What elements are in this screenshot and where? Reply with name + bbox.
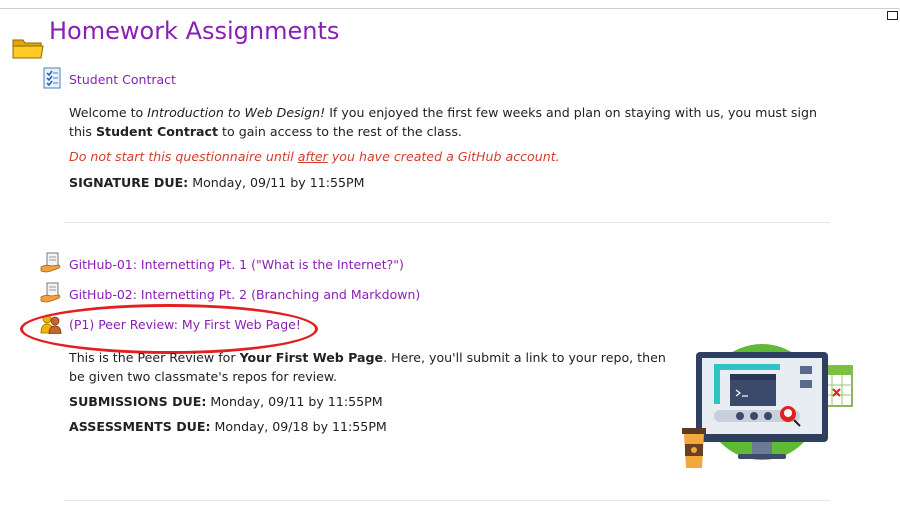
- contract-description: Welcome to Introduction to Web Design! I…: [69, 105, 817, 139]
- web-design-illustration: [682, 344, 853, 468]
- section-divider: [64, 222, 830, 223]
- submissions-due: SUBMISSIONS DUE: Monday, 09/11 by 11:55P…: [69, 394, 383, 409]
- assignment-hand-icon: [40, 282, 61, 303]
- checklist-icon: [43, 67, 61, 89]
- window-toggle-icon[interactable]: [887, 11, 898, 20]
- section-divider: [64, 500, 830, 501]
- highlight-ellipse: [20, 304, 318, 354]
- activity-github-01-link[interactable]: GitHub-01: Internetting Pt. 1 ("What is …: [69, 257, 404, 272]
- assessments-due: ASSESSMENTS DUE: Monday, 09/18 by 11:55P…: [69, 419, 387, 434]
- activity-github-02-link[interactable]: GitHub-02: Internetting Pt. 2 (Branching…: [69, 287, 420, 302]
- student-contract-link[interactable]: Student Contract: [69, 72, 176, 87]
- top-border: [0, 8, 900, 9]
- page-title: Homework Assignments: [49, 17, 340, 45]
- assignment-hand-icon: [40, 252, 61, 273]
- contract-warning: Do not start this questionnaire until af…: [69, 149, 560, 164]
- folder-icon: [12, 39, 44, 59]
- peer-review-description: This is the Peer Review for Your First W…: [69, 350, 666, 384]
- signature-due: SIGNATURE DUE: Monday, 09/11 by 11:55PM: [69, 175, 365, 190]
